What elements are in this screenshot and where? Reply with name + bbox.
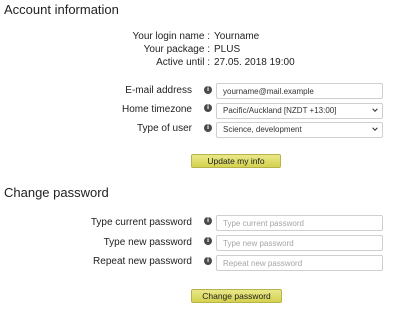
active-until-label: Active until : <box>156 57 210 68</box>
repeat-password-field[interactable] <box>216 255 383 271</box>
timezone-selected-value: Pacific/Auckland [NZDT +13:00] <box>223 106 337 115</box>
usertype-select[interactable]: Science, development <box>216 122 383 138</box>
new-password-input[interactable] <box>223 236 376 250</box>
info-icon[interactable]: i <box>204 217 212 225</box>
repeat-password-label: Repeat new password <box>93 256 192 267</box>
chevron-down-icon <box>372 108 378 112</box>
active-until-value: 27.05. 2018 19:00 <box>214 57 295 68</box>
login-name-value: Yourname <box>214 31 260 42</box>
password-section-title: Change password <box>4 185 109 200</box>
new-password-field[interactable] <box>216 235 383 251</box>
current-password-field[interactable] <box>216 215 383 231</box>
info-icon[interactable]: i <box>204 257 212 265</box>
change-password-button[interactable]: Change password <box>191 289 282 303</box>
new-password-label: Type new password <box>103 237 192 248</box>
active-until-row: Active until : 27.05. 2018 19:00 <box>0 57 400 69</box>
login-name-row: Your login name : Yourname <box>0 31 400 43</box>
usertype-selected-value: Science, development <box>223 125 302 134</box>
current-password-input[interactable] <box>223 216 376 230</box>
package-value: PLUS <box>214 44 241 55</box>
account-section-title: Account information <box>4 2 119 17</box>
chevron-down-icon <box>372 127 378 131</box>
email-input[interactable] <box>223 84 376 98</box>
current-password-label: Type current password <box>90 217 192 228</box>
repeat-password-input[interactable] <box>223 256 376 270</box>
login-name-label: Your login name : <box>132 31 210 42</box>
info-icon[interactable]: i <box>204 86 212 94</box>
usertype-label: Type of user <box>136 123 192 134</box>
timezone-select[interactable]: Pacific/Auckland [NZDT +13:00] <box>216 103 383 119</box>
timezone-label: Home timezone <box>121 104 192 115</box>
package-label: Your package : <box>143 44 210 55</box>
info-icon[interactable]: i <box>204 124 212 132</box>
info-icon[interactable]: i <box>204 237 212 245</box>
email-label: E-mail address <box>125 85 192 96</box>
email-field[interactable] <box>216 83 383 99</box>
info-icon[interactable]: i <box>204 104 212 112</box>
package-row: Your package : PLUS <box>0 44 400 56</box>
update-info-button[interactable]: Update my info <box>191 154 281 168</box>
